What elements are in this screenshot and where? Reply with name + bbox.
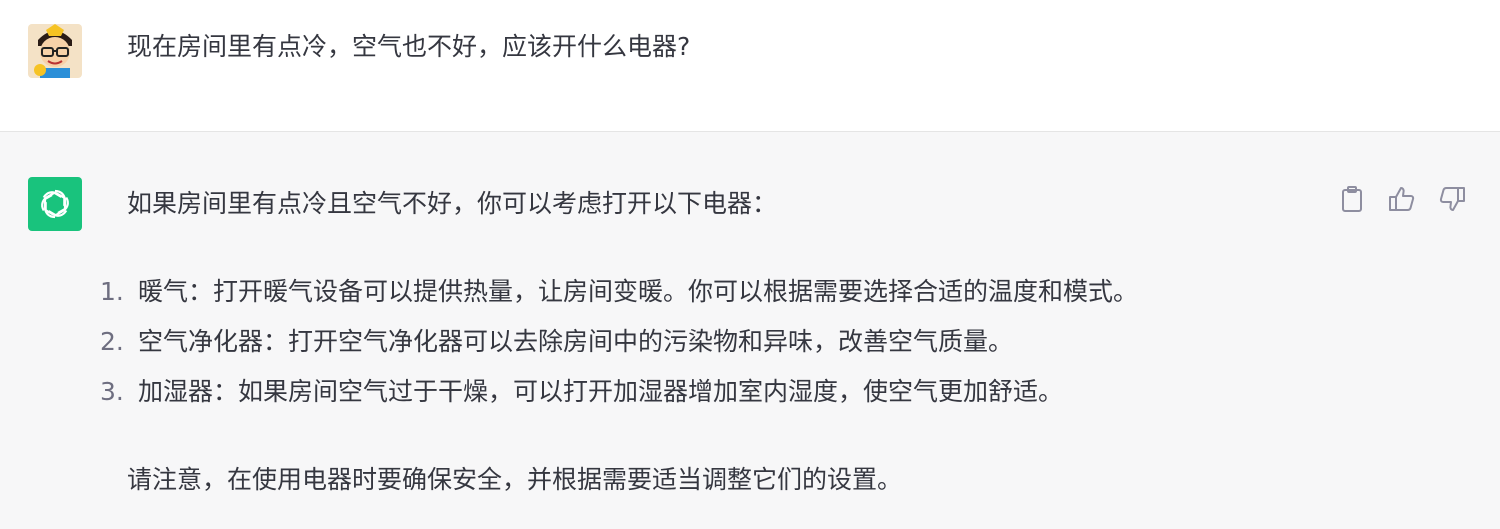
user-message-text: 现在房间里有点冷，空气也不好，应该开什么电器?	[127, 32, 691, 61]
message-actions	[1338, 184, 1466, 214]
list-item-number: 1.	[100, 277, 124, 306]
list-item-text: 加湿器：如果房间空气过于干燥，可以打开加湿器增加室内湿度，使空气更加舒适。	[138, 377, 1064, 406]
thumbs-down-icon	[1439, 187, 1465, 211]
assistant-intro-text: 如果房间里有点冷且空气不好，你可以考虑打开以下电器：	[127, 189, 778, 218]
thumbs-down-button[interactable]	[1438, 184, 1466, 214]
thumbs-up-icon	[1389, 187, 1415, 211]
assistant-message-row: 如果房间里有点冷且空气不好，你可以考虑打开以下电器： 1. 暖气：打开暖气设备可以…	[0, 132, 1500, 529]
list-item-text: 空气净化器：打开空气净化器可以去除房间中的污染物和异味，改善空气质量。	[138, 327, 1014, 356]
assistant-note-text: 请注意，在使用电器时要确保安全，并根据需要适当调整它们的设置。	[127, 465, 903, 494]
clipboard-icon	[1342, 186, 1362, 212]
copy-button[interactable]	[1338, 184, 1366, 214]
list-item: 1. 暖气：打开暖气设备可以提供热量，让房间变暖。你可以根据需要选择合适的温度和模…	[100, 274, 1138, 324]
user-message-row: 现在房间里有点冷，空气也不好，应该开什么电器?	[0, 0, 1500, 132]
openai-logo-icon	[28, 177, 82, 231]
user-avatar	[28, 24, 82, 78]
list-item-number: 3.	[100, 377, 124, 406]
answer-list: 1. 暖气：打开暖气设备可以提供热量，让房间变暖。你可以根据需要选择合适的温度和模…	[100, 274, 1138, 424]
list-item: 3. 加湿器：如果房间空气过于干燥，可以打开加湿器增加室内湿度，使空气更加舒适。	[100, 374, 1138, 424]
list-item-text: 暖气：打开暖气设备可以提供热量，让房间变暖。你可以根据需要选择合适的温度和模式。	[138, 277, 1139, 306]
list-item: 2. 空气净化器：打开空气净化器可以去除房间中的污染物和异味，改善空气质量。	[100, 324, 1138, 374]
list-item-number: 2.	[100, 327, 124, 356]
thumbs-up-button[interactable]	[1388, 184, 1416, 214]
